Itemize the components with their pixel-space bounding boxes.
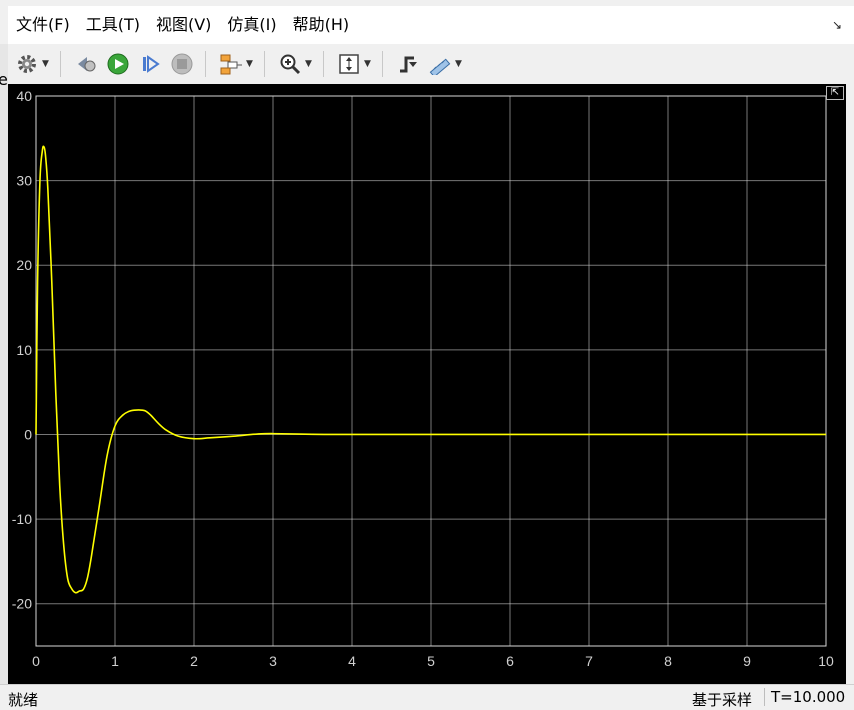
- signal-selector-icon[interactable]: [218, 51, 244, 77]
- menu-help[interactable]: 帮助(H): [285, 6, 358, 44]
- chevron-down-icon[interactable]: ▼: [305, 59, 313, 69]
- menu-bar: 文件(F) 工具(T) 视图(V) 仿真(I) 帮助(H) ↘: [8, 6, 854, 45]
- y-tick-label-1: 30: [16, 173, 32, 189]
- chevron-down-icon[interactable]: ▼: [246, 59, 254, 69]
- x-tick-label-8: 8: [664, 653, 672, 669]
- toolbar-separator: [264, 51, 265, 77]
- step-forward-icon[interactable]: [137, 51, 163, 77]
- zoom-in-icon[interactable]: [277, 51, 303, 77]
- menu-file[interactable]: 文件(F): [8, 6, 78, 44]
- stop-icon[interactable]: [169, 51, 195, 77]
- x-tick-label-10: 10: [818, 653, 834, 669]
- y-tick-label-2: 20: [16, 257, 32, 273]
- chevron-down-icon[interactable]: ▼: [455, 59, 463, 69]
- x-tick-label-9: 9: [743, 653, 751, 669]
- status-sample-based: 基于采样: [692, 691, 753, 709]
- x-tick-label-0: 0: [32, 653, 40, 669]
- run-icon[interactable]: [105, 51, 131, 77]
- autoscale-icon[interactable]: [336, 51, 362, 77]
- scope-plot[interactable]: 0 1 2 3 4 5 6 7 8 9 10 40 30 20 10 0 -10 -20 ⇱: [8, 84, 846, 684]
- status-bar: 就绪 基于采样 T=10.000: [0, 684, 854, 710]
- x-tick-label-1: 1: [111, 653, 119, 669]
- toolbar: ▼ ▼ ▼ ▼ ▼: [8, 44, 854, 84]
- x-tick-label-4: 4: [348, 653, 356, 669]
- chevron-down-icon[interactable]: ▼: [364, 59, 372, 69]
- gear-icon[interactable]: [14, 51, 40, 77]
- toolbar-separator: [323, 51, 324, 77]
- y-tick-label-4: 0: [24, 426, 32, 442]
- background-text-fragment: e: [0, 70, 8, 89]
- cursor-measurement-icon[interactable]: [427, 51, 453, 77]
- menu-view[interactable]: 视图(V): [148, 6, 219, 44]
- y-tick-label-6: -20: [12, 596, 32, 612]
- x-tick-label-7: 7: [585, 653, 593, 669]
- x-tick-label-5: 5: [427, 653, 435, 669]
- collapse-icon[interactable]: ⇱: [826, 86, 844, 100]
- menu-tools[interactable]: 工具(T): [78, 6, 148, 44]
- status-time: T=10.000: [764, 688, 845, 706]
- chevron-down-icon[interactable]: ▼: [42, 59, 50, 69]
- y-tick-label-3: 10: [16, 342, 32, 358]
- toolbar-separator: [60, 51, 61, 77]
- toolbar-separator: [205, 51, 206, 77]
- status-ready: 就绪: [8, 691, 39, 709]
- background-window-edge: e: [0, 44, 8, 684]
- toolbar-separator: [382, 51, 383, 77]
- step-back-icon[interactable]: [73, 51, 99, 77]
- y-tick-label-5: -10: [12, 511, 32, 527]
- menu-simulation[interactable]: 仿真(I): [219, 6, 284, 44]
- line-chart: 0 1 2 3 4 5 6 7 8 9 10 40 30 20 10 0 -10 -20: [12, 88, 834, 669]
- undock-icon[interactable]: ↘: [832, 18, 842, 32]
- triggers-icon[interactable]: [395, 51, 421, 77]
- x-tick-label-3: 3: [269, 653, 277, 669]
- x-tick-label-6: 6: [506, 653, 514, 669]
- y-tick-label-0: 40: [16, 88, 32, 104]
- x-tick-label-2: 2: [190, 653, 198, 669]
